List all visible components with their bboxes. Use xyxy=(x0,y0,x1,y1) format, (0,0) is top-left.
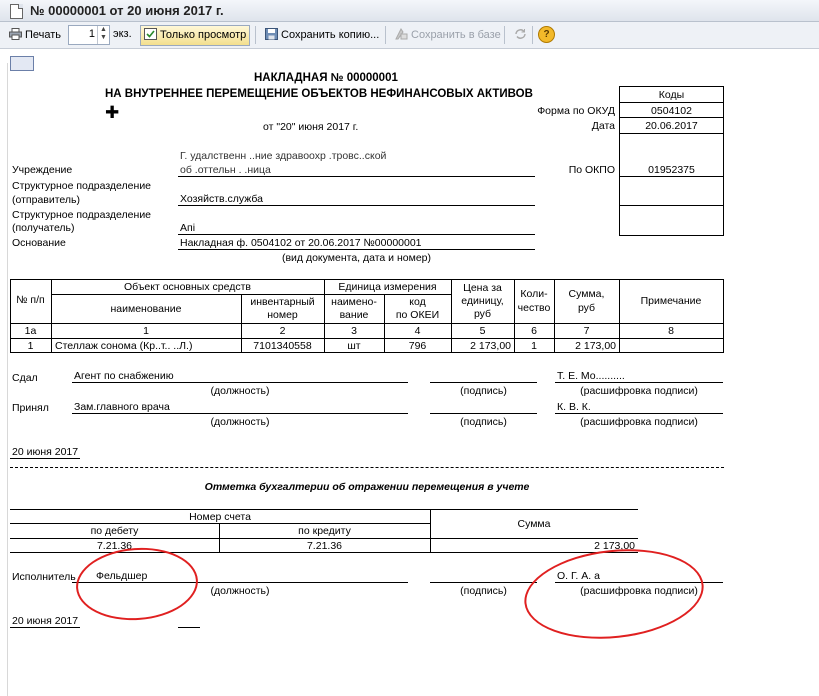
col-note-header: Примечание xyxy=(640,295,702,307)
save-copy-button[interactable]: Сохранить копию... xyxy=(261,25,383,46)
toolbar: Печать 1 ▲ ▼ экз. Только просмотр Сохрани… xyxy=(0,22,819,49)
credit-header: по кредиту xyxy=(298,525,351,537)
col-unit-name-header-1: наимено- xyxy=(331,296,377,308)
basis-label: Основание xyxy=(12,237,66,249)
doc-date: от "20" июня 2017 г. xyxy=(263,121,359,133)
signature-hint: (подпись) xyxy=(460,385,507,397)
executor-label: Исполнитель xyxy=(12,571,76,583)
col-qty-header-2: чество xyxy=(517,302,551,314)
date-label: Дата xyxy=(591,120,615,132)
row-price: 2 173,00 xyxy=(470,340,511,352)
index-cell: 3 xyxy=(351,325,357,337)
col-inv-header-1: инвентарный xyxy=(250,296,315,308)
col-inv-header-2: номер xyxy=(267,309,298,321)
row-name: Стеллаж сонома (Кр..т.. ..Л.) xyxy=(55,340,193,352)
col-name-header: наименование xyxy=(110,303,182,315)
okpo-value: 01952375 xyxy=(648,164,695,176)
col-price-header-2: единицу, xyxy=(461,295,504,307)
print-button[interactable]: Печать xyxy=(5,25,65,46)
index-cell: 8 xyxy=(668,325,674,337)
window-title: № 00000001 от 20 июня 2017 г. xyxy=(30,3,224,18)
col-price-header-1: Цена за xyxy=(463,282,502,294)
print-label: Печать xyxy=(25,29,62,41)
view-only-button[interactable]: Только просмотр xyxy=(140,25,251,46)
accounting-title: Отметка бухгалтерии об отражении перемещ… xyxy=(204,481,530,493)
floppy-disk-icon xyxy=(265,28,278,40)
decode-hint: (расшифровка подписи) xyxy=(580,416,698,428)
save-copy-label: Сохранить копию... xyxy=(281,29,380,41)
index-cell: 1а xyxy=(24,325,37,337)
save-to-database-button[interactable]: Сохранить в базе xyxy=(391,25,505,46)
col-qty-header-1: Коли- xyxy=(520,288,548,300)
row-num: 1 xyxy=(27,340,34,352)
signature-hint: (подпись) xyxy=(460,585,507,597)
dept-receiver-label-1: Структурное подразделение xyxy=(12,209,152,221)
col-sum-header-1: Сумма, xyxy=(568,288,605,300)
gave-label: Сдал xyxy=(12,372,38,384)
stepper-arrows-icon[interactable]: ▲ ▼ xyxy=(97,26,109,44)
debit-header: по дебету xyxy=(90,525,139,537)
okud-label: Форма по ОКУД xyxy=(537,105,615,117)
printer-icon xyxy=(9,28,22,40)
col-object-header: Объект основных средств xyxy=(124,281,251,293)
basis-hint: (вид документа, дата и номер) xyxy=(281,252,431,264)
doc-subtitle: НА ВНУТРЕННЕЕ ПЕРЕМЕЩЕНИЕ ОБЪЕКТОВ НЕФИН… xyxy=(105,88,533,100)
position-hint: (должность) xyxy=(210,385,270,397)
row-inv: 7101340558 xyxy=(253,340,312,352)
index-cell: 7 xyxy=(583,325,590,337)
cut-line xyxy=(10,467,724,468)
sum-header: Сумма xyxy=(517,518,551,530)
received-label: Принял xyxy=(12,402,49,414)
date-value: 20.06.2017 xyxy=(645,120,698,132)
save-db-label: Сохранить в базе xyxy=(411,29,501,41)
refresh-icon xyxy=(515,29,526,39)
save-database-icon xyxy=(395,28,408,40)
col-num-header: № п/п xyxy=(16,294,45,306)
refresh-button[interactable] xyxy=(510,25,534,46)
doc-title: НАКЛАДНАЯ № 00000001 xyxy=(254,72,398,84)
dept-sender-label-2: (отправитель) xyxy=(12,194,80,206)
row-qty: 1 xyxy=(531,340,537,352)
help-button[interactable]: ? xyxy=(538,26,555,45)
row-code: 796 xyxy=(408,340,427,352)
position-hint: (должность) xyxy=(210,416,270,428)
selected-cell-marker[interactable] xyxy=(10,56,34,71)
decode-hint: (расшифровка подписи) xyxy=(580,385,698,397)
row-sum: 2 173,00 xyxy=(575,340,616,352)
codes-header: Коды xyxy=(658,89,685,101)
account-header: Номер счета xyxy=(189,511,251,523)
index-cell: 2 xyxy=(279,325,286,337)
institution-label: Учреждение xyxy=(12,164,73,176)
copies-unit: экз. xyxy=(113,28,132,40)
cursor-cross-icon: ✚ xyxy=(105,103,120,122)
index-cell: 6 xyxy=(531,325,537,337)
index-cell: 1 xyxy=(143,325,149,337)
col-unit-header: Единица измерения xyxy=(338,281,437,293)
view-only-icon xyxy=(144,28,157,40)
copies-stepper[interactable]: 1 ▲ ▼ xyxy=(68,25,110,45)
copies-value: 1 xyxy=(88,28,95,40)
index-cell: 4 xyxy=(414,325,421,337)
institution-line-1: Г. удалственн ..ние здравоохр .тровс..ск… xyxy=(180,150,387,162)
window-title-bar: № 00000001 от 20 июня 2017 г. xyxy=(0,0,819,22)
signature-hint: (подпись) xyxy=(460,416,507,428)
col-unit-name-header-2: вание xyxy=(339,309,369,321)
index-cell: 5 xyxy=(479,325,486,337)
view-only-label: Только просмотр xyxy=(160,29,247,41)
col-code-header-2: по ОКЕИ xyxy=(395,309,440,321)
col-code-header-1: код xyxy=(409,296,426,308)
dept-sender-label-1: Структурное подразделение xyxy=(12,180,152,192)
col-price-header-3: руб xyxy=(473,308,492,320)
dept-receiver-label-2: (получатель) xyxy=(12,222,75,234)
document-icon xyxy=(10,4,23,19)
credit-value: 7.21.36 xyxy=(306,540,343,552)
help-icon: ? xyxy=(538,26,555,43)
col-sum-header-2: руб xyxy=(577,302,596,314)
okud-value: 0504102 xyxy=(651,105,692,117)
row-unit: шт xyxy=(347,340,361,352)
